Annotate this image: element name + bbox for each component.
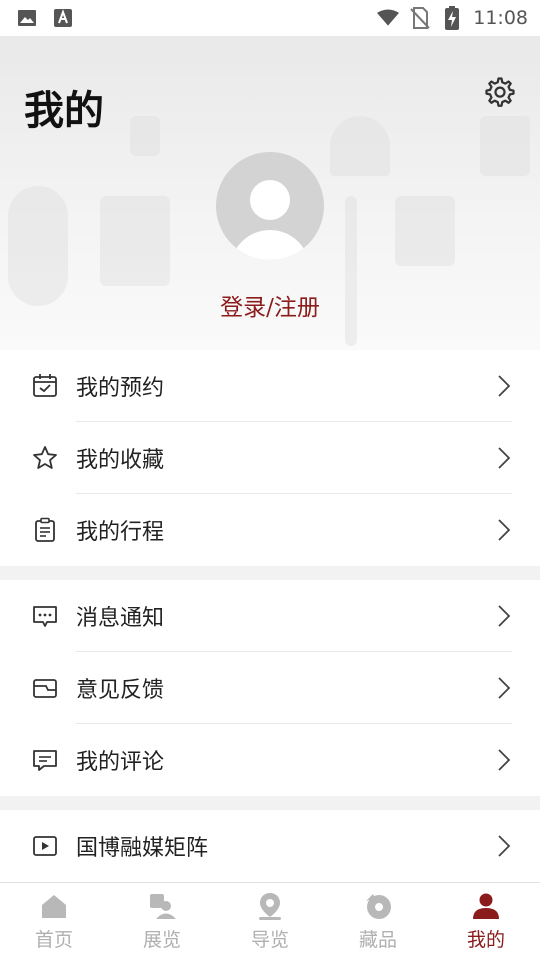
tab-collection[interactable]: 藏品 (324, 883, 432, 960)
calendar-check-icon (32, 373, 58, 399)
profile-header: 我的 登录/注册 (0, 36, 540, 350)
clock-time: 11:08 (473, 7, 528, 29)
feedback-box-icon (32, 675, 58, 701)
avatar-head-shape (250, 180, 290, 220)
menu-item-label: 意见反馈 (76, 678, 165, 703)
comment-lines-icon (32, 747, 58, 773)
tab-exhibitions[interactable]: 展览 (108, 883, 216, 960)
background-artifact-decoration (100, 196, 170, 286)
chevron-right-icon (498, 605, 511, 627)
chevron-right-icon (498, 677, 511, 699)
chevron-right-icon (498, 519, 511, 541)
tab-label: 藏品 (358, 929, 397, 951)
image-notification-icon (16, 7, 38, 29)
tab-label: 首页 (34, 929, 73, 951)
settings-button[interactable] (482, 74, 518, 110)
battery-charging-icon (441, 6, 463, 30)
menu-group-media: 国博融媒矩阵 (0, 810, 540, 882)
status-bar: 11:08 (0, 0, 540, 36)
tab-guide[interactable]: 导览 (216, 883, 324, 960)
tab-label: 展览 (142, 929, 181, 951)
tab-mine[interactable]: 我的 (432, 883, 540, 960)
bottom-navigation: 首页 展览 导览 藏品 我的 (0, 882, 540, 960)
background-artifact-decoration (395, 196, 455, 266)
menu-item-comments[interactable]: 我的评论 (0, 724, 540, 796)
menu-group-messages: 消息通知 意见反馈 我的评论 (0, 580, 540, 796)
menu-item-label: 我的收藏 (76, 448, 165, 473)
background-artifact-decoration (480, 116, 530, 176)
menu-item-label: 国博融媒矩阵 (76, 836, 209, 861)
page-title: 我的 (24, 87, 104, 134)
artifact-icon (366, 894, 391, 919)
menu-item-label: 消息通知 (76, 606, 165, 631)
tab-home[interactable]: 首页 (0, 883, 108, 960)
tab-label: 我的 (466, 929, 505, 951)
menu-item-label: 我的行程 (76, 520, 165, 545)
exhibition-icon (150, 894, 176, 919)
background-artifact-decoration (330, 116, 390, 176)
chevron-right-icon (498, 375, 511, 397)
background-artifact-decoration (130, 116, 160, 156)
menu-group-personal: 我的预约 我的收藏 我的行程 (0, 350, 540, 566)
menu-item-label: 我的预约 (76, 376, 165, 401)
gear-icon (485, 77, 515, 107)
menu-item-itinerary[interactable]: 我的行程 (0, 494, 540, 566)
message-dots-icon (32, 603, 58, 629)
menu-item-favorites[interactable]: 我的收藏 (0, 422, 540, 494)
home-icon (42, 895, 66, 918)
location-pin-icon (259, 893, 281, 920)
user-icon (473, 893, 499, 919)
menu-item-notifications[interactable]: 消息通知 (0, 580, 540, 652)
clipboard-list-icon (32, 517, 58, 543)
star-icon (32, 445, 58, 471)
menu-item-label: 我的评论 (76, 750, 165, 775)
background-artifact-decoration (345, 196, 357, 346)
avatar-body-shape (230, 230, 310, 260)
wifi-icon (377, 7, 400, 29)
font-notification-icon (52, 7, 74, 29)
tab-label: 导览 (250, 929, 289, 951)
chevron-right-icon (498, 749, 511, 771)
menu-item-appointments[interactable]: 我的预约 (0, 350, 540, 422)
play-video-icon (32, 833, 58, 859)
menu-item-media-matrix[interactable]: 国博融媒矩阵 (0, 810, 540, 882)
chevron-right-icon (498, 447, 511, 469)
avatar[interactable] (216, 152, 324, 260)
menu-item-feedback[interactable]: 意见反馈 (0, 652, 540, 724)
login-register-link[interactable]: 登录/注册 (0, 288, 540, 322)
no-sim-icon (409, 7, 431, 29)
chevron-right-icon (498, 835, 511, 857)
